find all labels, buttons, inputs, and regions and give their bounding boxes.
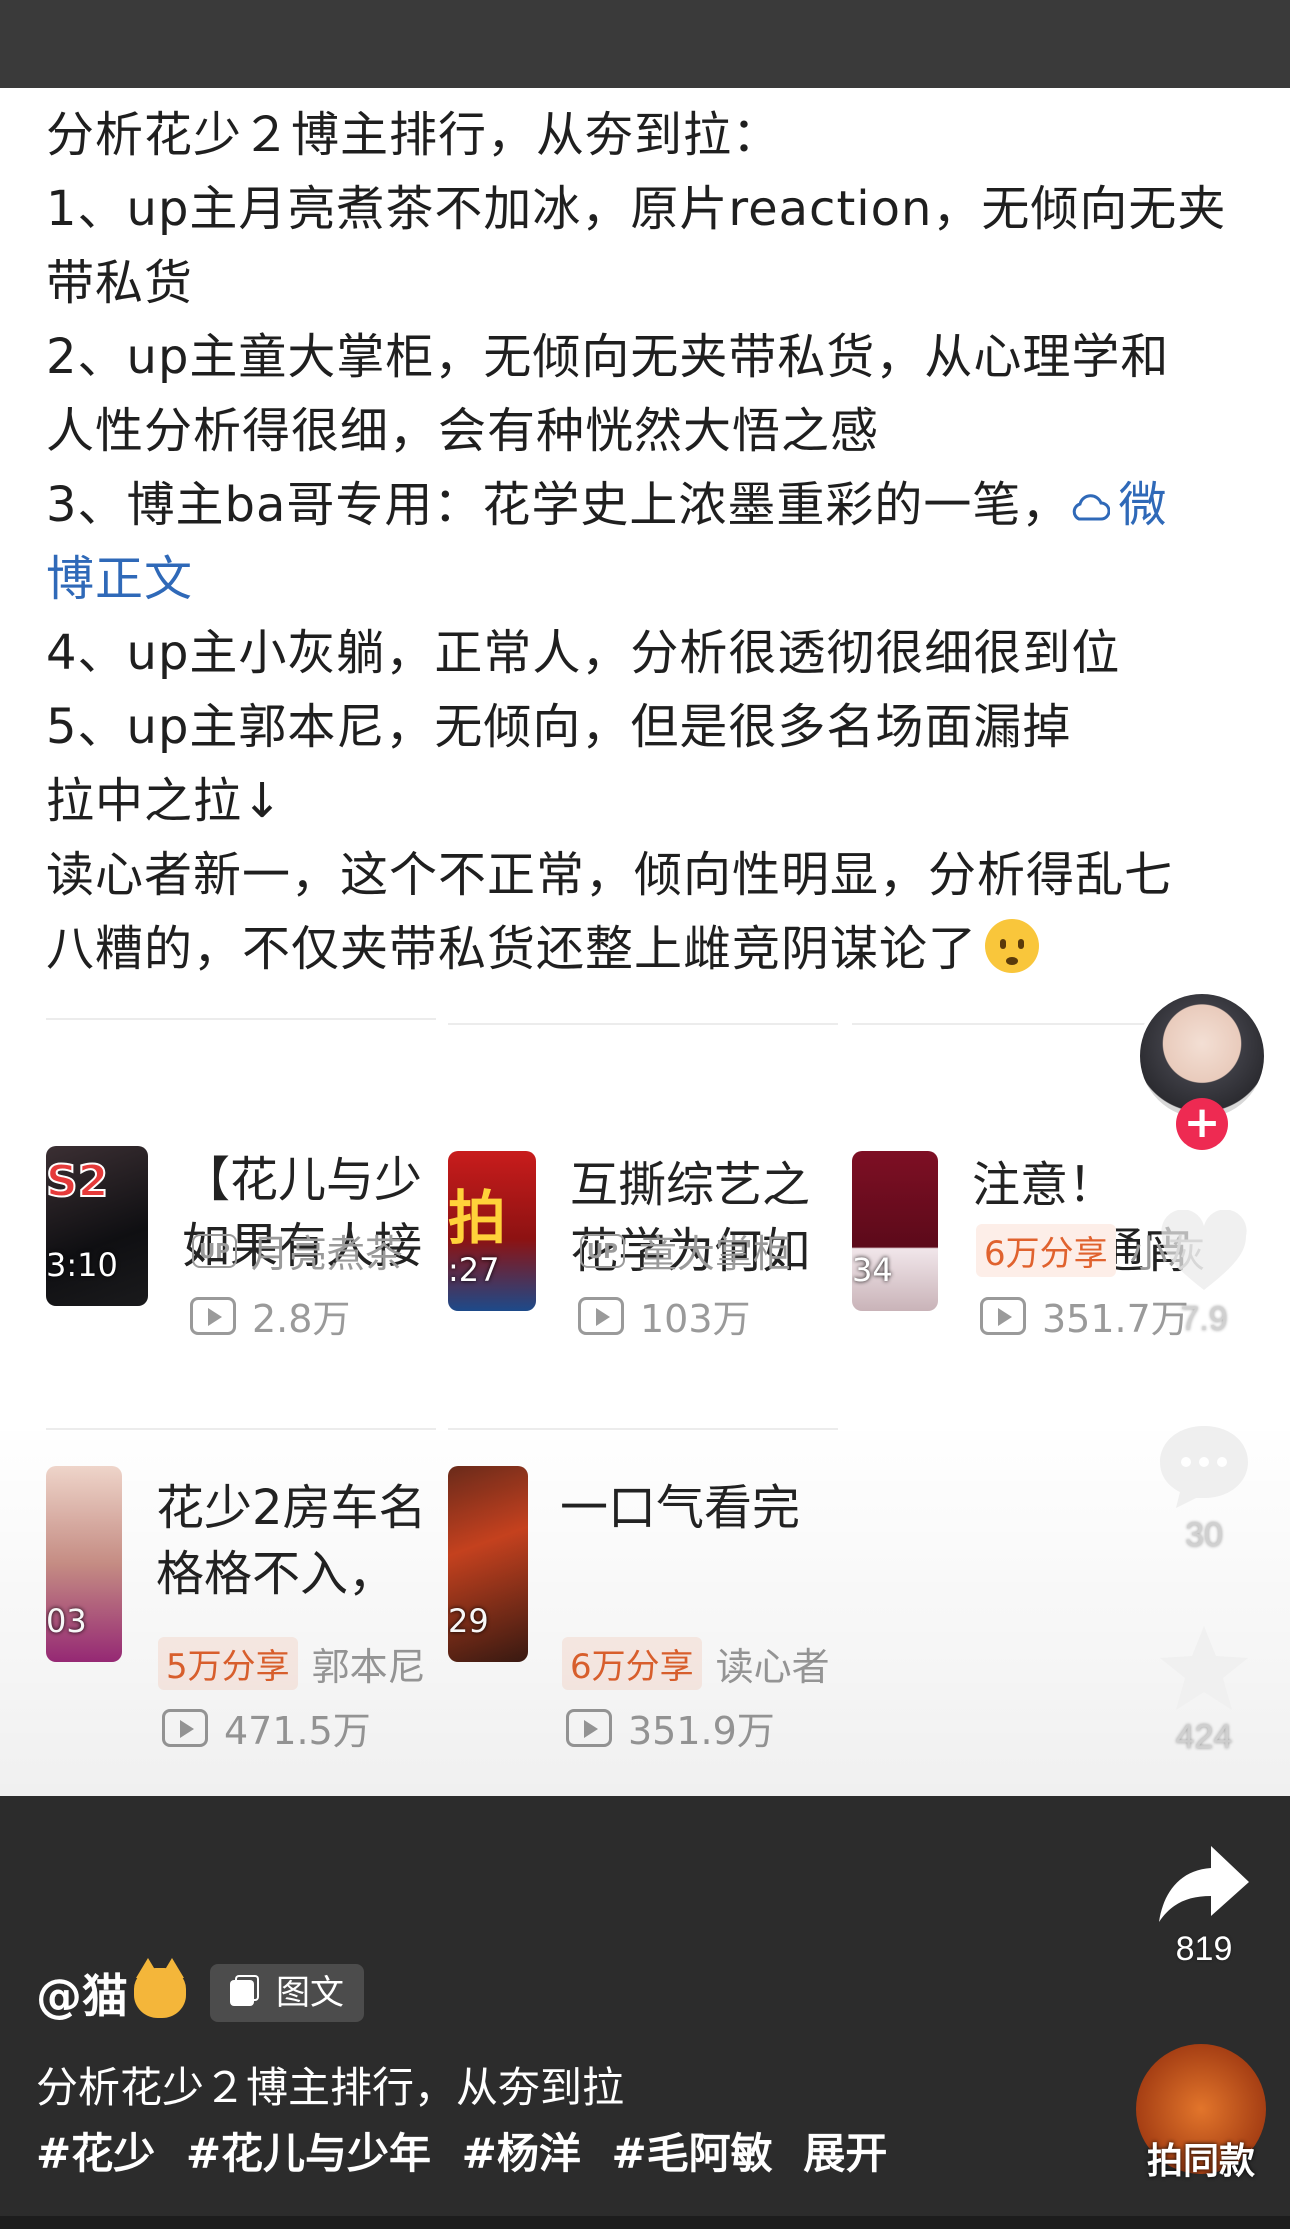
- video-thumbnail[interactable]: 拍 :27: [448, 1151, 536, 1311]
- post-line: 带私货: [46, 255, 194, 311]
- card-views: 351.9万: [628, 1709, 775, 1753]
- weibo-link-text: 微: [1118, 477, 1168, 533]
- favorite-count: 424: [1175, 1718, 1233, 1756]
- hashtag[interactable]: #花少: [36, 2129, 155, 2178]
- star-icon: [1160, 1626, 1248, 1710]
- hashtag[interactable]: #毛阿敏: [611, 2129, 772, 2178]
- card-views-row: 471.5万: [162, 1700, 371, 1755]
- play-count-icon: [190, 1296, 236, 1335]
- card-title: 花少2房车名: [156, 1480, 427, 1536]
- hashtag[interactable]: #杨洋: [462, 2129, 581, 2178]
- card-author-row: 6万分享 读心者: [562, 1636, 830, 1691]
- post-line: 分析花少２博主排行，从夯到拉：: [46, 107, 782, 163]
- post-content-area: 分析花少２博主排行，从夯到拉： 1、up主月亮煮茶不加冰，原片reaction，…: [0, 88, 1290, 1796]
- like-count: 7.9: [1180, 1300, 1228, 1338]
- card-title: 【花儿与少: [182, 1152, 423, 1208]
- video-thumbnail[interactable]: 34: [852, 1151, 938, 1311]
- card-views: 471.5万: [224, 1709, 371, 1753]
- post-type-tag: 图文: [210, 1964, 364, 2022]
- cloud-icon: [1073, 494, 1111, 521]
- thumbnail-text-icon: 拍: [448, 1184, 507, 1252]
- post-line: 拉中之拉↓: [46, 773, 284, 829]
- post-caption: 分析花少２博主排行，从夯到拉: [36, 2063, 625, 2112]
- favorite-button[interactable]: 424: [1144, 1622, 1264, 1757]
- video-duration: :27: [448, 1251, 500, 1289]
- post-line-last: 八糟的，不仅夹带私货还整上雌竞阴谋论了: [46, 912, 1256, 986]
- share-count: 819: [1175, 1930, 1233, 1968]
- video-thumbnail[interactable]: 29: [448, 1466, 528, 1662]
- post-line: 2、up主童大掌柜，无倾向无夹带私货，从心理学和: [46, 329, 1170, 385]
- card-views: 103万: [640, 1297, 751, 1341]
- post-type-label: 图文: [276, 1973, 344, 2013]
- author-name[interactable]: @猫: [36, 1960, 128, 2026]
- share-button[interactable]: 819: [1144, 1842, 1264, 1969]
- status-bar: [0, 0, 1290, 88]
- card-author: 读心者: [715, 1645, 830, 1689]
- card-author-row: 5万分享 郭本尼: [158, 1636, 426, 1691]
- card-views-row: 103万: [578, 1288, 751, 1343]
- hashtag[interactable]: #花儿与少年: [186, 2129, 431, 2178]
- card-title: 注意！: [972, 1157, 1117, 1213]
- share-badge: 6万分享: [976, 1224, 1116, 1277]
- home-indicator: [0, 2216, 1290, 2229]
- post-line: 1、up主月亮煮茶不加冰，原片reaction，无倾向无夹: [46, 181, 1227, 237]
- post-line: 人性分析得很细，会有种恍然大悟之感: [46, 403, 880, 459]
- card-title: 互撕综艺之: [570, 1157, 811, 1213]
- comment-count: 30: [1185, 1516, 1223, 1554]
- card-title: 格格不入，: [156, 1546, 397, 1602]
- share-badge: 6万分享: [562, 1637, 702, 1690]
- share-badge: 5万分享: [158, 1637, 298, 1690]
- author-name-row[interactable]: @猫: [36, 1958, 186, 2026]
- like-button[interactable]: 7.9: [1144, 1209, 1264, 1339]
- weibo-link-continued[interactable]: 博正文: [46, 542, 1256, 616]
- card-views-row: 2.8万: [190, 1288, 350, 1343]
- heart-icon: [1161, 1209, 1247, 1290]
- card-author: 郭本尼: [311, 1645, 426, 1689]
- share-icon: [1159, 1846, 1249, 1922]
- post-line: 4、up主小灰躺，正常人，分析很透彻很细很到位: [46, 625, 1121, 681]
- post-line-text: 3、博主ba哥专用：花学史上浓墨重彩的一笔，: [46, 477, 1071, 533]
- video-duration: 29: [448, 1602, 489, 1640]
- post-line: 5、up主郭本尼，无倾向，但是很多名场面漏掉: [46, 699, 1072, 755]
- card-author: 月亮煮茶: [250, 1232, 403, 1276]
- play-count-icon: [578, 1296, 624, 1335]
- same-style-label[interactable]: 拍同款: [1120, 2132, 1282, 2184]
- up-badge: UP: [580, 1233, 625, 1268]
- play-count-icon: [566, 1708, 612, 1747]
- show-logo-icon: S2: [46, 1155, 109, 1208]
- video-duration: 03: [46, 1602, 87, 1640]
- follow-button[interactable]: +: [1176, 1098, 1228, 1150]
- comment-button[interactable]: 30: [1144, 1420, 1264, 1555]
- cat-face-icon: [134, 1958, 186, 2018]
- card-divider: [46, 1018, 436, 1020]
- up-badge: UP: [192, 1233, 237, 1268]
- hashtag-row: #花少 #花儿与少年 #杨洋 #毛阿敏 展开: [36, 2120, 903, 2181]
- card-author-row: UP 月亮煮茶: [192, 1223, 403, 1278]
- image-post-icon: [230, 1980, 254, 2006]
- card-views-row: 351.9万: [566, 1700, 775, 1755]
- weibo-link[interactable]: 微: [1070, 477, 1167, 533]
- post-line-text: 八糟的，不仅夹带私货还整上雌竞阴谋论了: [46, 921, 978, 977]
- card-author-row: UP 童大掌柜: [580, 1223, 791, 1278]
- comment-icon: [1160, 1426, 1248, 1508]
- play-count-icon: [162, 1708, 208, 1747]
- card-author: 童大掌柜: [638, 1232, 791, 1276]
- video-card[interactable]: 拍 :27 互撕综艺之 花学为何如: [448, 1023, 838, 1323]
- video-thumbnail[interactable]: 03: [46, 1466, 122, 1662]
- expand-button[interactable]: 展开: [803, 2129, 887, 2178]
- post-line: 读心者新一，这个不正常，倾向性明显，分析得乱七: [46, 847, 1174, 903]
- post-line-3: 3、博主ba哥专用：花学史上浓墨重彩的一笔， 微: [46, 468, 1256, 542]
- upside-down-face-icon: [985, 919, 1040, 973]
- card-views: 2.8万: [252, 1297, 351, 1341]
- card-divider: [46, 1428, 436, 1430]
- card-divider: [448, 1428, 838, 1430]
- video-thumbnail[interactable]: S2 3:10: [46, 1146, 148, 1306]
- video-duration: 34: [852, 1251, 893, 1289]
- card-title: 一口气看完: [560, 1480, 801, 1536]
- post-text: 分析花少２博主排行，从夯到拉： 1、up主月亮煮茶不加冰，原片reaction，…: [46, 98, 1256, 986]
- video-duration: 3:10: [46, 1246, 118, 1284]
- card-divider: [448, 1023, 838, 1025]
- play-count-icon: [980, 1296, 1026, 1335]
